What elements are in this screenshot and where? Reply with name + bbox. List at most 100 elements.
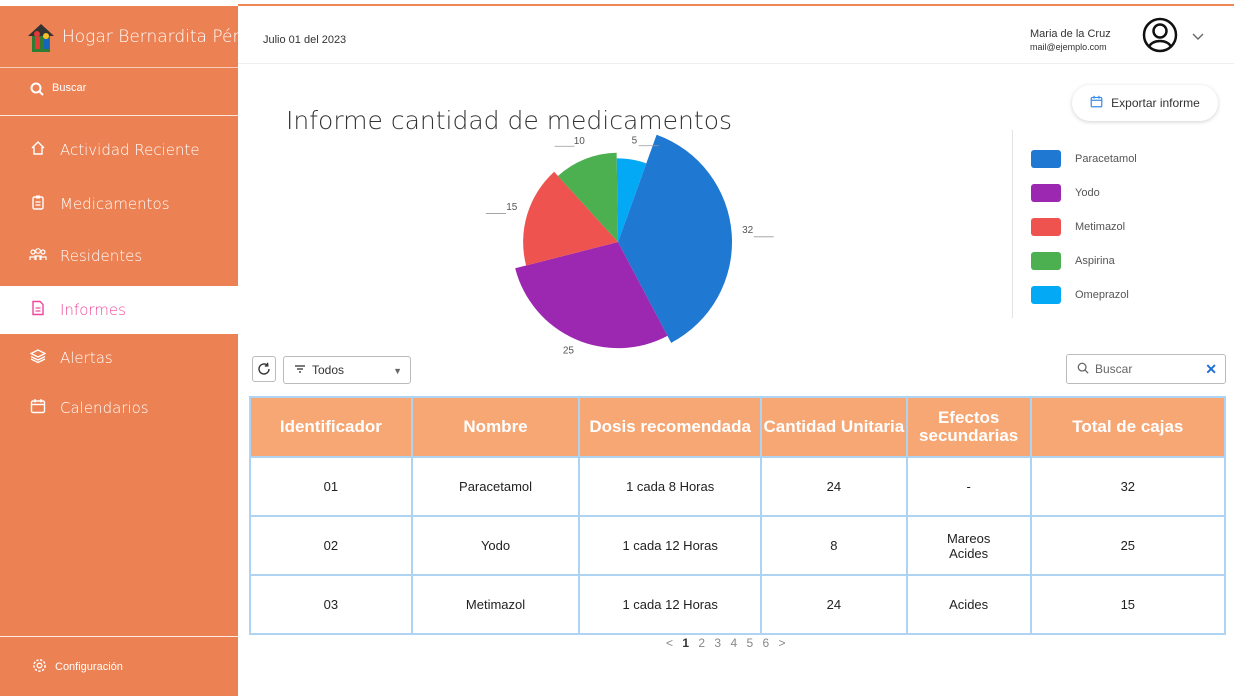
page-3-button[interactable]: 3 bbox=[714, 636, 721, 650]
sidebar-item-label: Actividad Reciente bbox=[60, 141, 200, 159]
pie-value-label: 25 bbox=[563, 346, 575, 357]
table-cell: - bbox=[905, 456, 1032, 517]
legend-item-aspirina: Aspirina bbox=[1031, 244, 1137, 278]
brand[interactable]: Hogar Bernardita Pérez bbox=[0, 6, 258, 68]
search-icon bbox=[30, 82, 44, 99]
table-cell: Mareos Acides bbox=[905, 515, 1032, 576]
table-cell: 1 cada 8 Horas bbox=[578, 456, 763, 517]
calendar-icon bbox=[1090, 95, 1103, 111]
legend-label: Paracetamol bbox=[1075, 153, 1137, 165]
search-icon bbox=[1077, 362, 1089, 377]
legend-item-paracetamol: Paracetamol bbox=[1031, 142, 1137, 176]
people-icon bbox=[28, 247, 48, 265]
page-title: Informe cantidad de medicamentos bbox=[286, 106, 733, 135]
table-search-input[interactable]: Buscar ✕ bbox=[1066, 354, 1226, 384]
sidebar-item-calendarios[interactable]: Calendarios bbox=[0, 384, 238, 432]
refresh-button[interactable] bbox=[252, 356, 276, 382]
table-cell: Metimazol bbox=[410, 574, 581, 635]
table-cell: 1 cada 12 Horas bbox=[578, 515, 763, 576]
sidebar-item-label: Alertas bbox=[60, 349, 113, 367]
sidebar-divider bbox=[0, 636, 238, 637]
sidebar-item-actividad-reciente[interactable]: Actividad Reciente bbox=[0, 126, 238, 174]
sidebar-item-medicamentos[interactable]: Medicamentos bbox=[0, 180, 238, 228]
prev-page-button[interactable]: < bbox=[666, 636, 673, 650]
pagination: < 1 2 3 4 5 6 > bbox=[666, 636, 792, 650]
sidebar-item-informes[interactable]: Informes bbox=[0, 286, 238, 334]
sidebar-item-label: Calendarios bbox=[60, 399, 149, 417]
sidebar-item-label: Residentes bbox=[60, 247, 143, 265]
column-header[interactable]: Cantidad Unitaria bbox=[760, 396, 908, 458]
page-4-button[interactable]: 4 bbox=[730, 636, 737, 650]
filter-value: Todos bbox=[312, 363, 345, 377]
current-date: Julio 01 del 2023 bbox=[263, 34, 347, 46]
legend-item-metimazol: Metimazol bbox=[1031, 210, 1137, 244]
page-2-button[interactable]: 2 bbox=[698, 636, 705, 650]
pie-value-label: 10 bbox=[574, 136, 586, 147]
page-1-button[interactable]: 1 bbox=[682, 636, 689, 650]
table-header-row: Identificador Nombre Dosis recomendada C… bbox=[249, 396, 1227, 458]
close-icon[interactable]: ✕ bbox=[1205, 361, 1217, 378]
config-label: Configuración bbox=[55, 661, 123, 673]
medication-pie-chart: 32 25 15 10 5 bbox=[485, 134, 774, 357]
pie-value-label: 5 bbox=[632, 136, 638, 147]
sidebar-search-label: Buscar bbox=[52, 82, 87, 94]
table-cell: Yodo bbox=[410, 515, 581, 576]
export-report-label: Exportar informe bbox=[1111, 96, 1200, 110]
filter-icon bbox=[294, 363, 306, 377]
column-header[interactable]: Total de cajas bbox=[1029, 396, 1227, 458]
legend-label: Aspirina bbox=[1075, 255, 1115, 267]
table-cell: 01 bbox=[249, 456, 413, 517]
table-row[interactable]: 01 Paracetamol 1 cada 8 Horas 24 - 32 bbox=[249, 456, 1227, 517]
search-placeholder: Buscar bbox=[1095, 362, 1133, 376]
user-name: Maria de la Cruz bbox=[1030, 28, 1111, 40]
page-5-button[interactable]: 5 bbox=[746, 636, 753, 650]
table-cell: 25 bbox=[1029, 515, 1227, 576]
gear-icon bbox=[32, 658, 47, 676]
user-info[interactable]: Maria de la Cruz mail@ejemplo.com bbox=[1030, 28, 1111, 52]
table-cell: 24 bbox=[760, 574, 908, 635]
pie-value-label: 32 bbox=[742, 225, 754, 236]
table-cell: 02 bbox=[249, 515, 413, 576]
document-icon bbox=[28, 300, 48, 320]
export-report-button[interactable]: Exportar informe bbox=[1072, 85, 1218, 121]
table-cell: Paracetamol bbox=[410, 456, 581, 517]
legend-swatch bbox=[1031, 218, 1061, 236]
family-logo-icon bbox=[24, 20, 58, 54]
table-row[interactable]: 03 Metimazol 1 cada 12 Horas 24 Acides 1… bbox=[249, 574, 1227, 635]
legend-item-omeprazol: Omeprazol bbox=[1031, 278, 1137, 312]
sidebar-item-residentes[interactable]: Residentes bbox=[0, 232, 238, 280]
sidebar-item-label: Medicamentos bbox=[60, 195, 170, 213]
column-header[interactable]: Dosis recomendada bbox=[578, 396, 763, 458]
home-icon bbox=[28, 140, 48, 160]
column-header[interactable]: Identificador bbox=[249, 396, 413, 458]
column-header[interactable]: Nombre bbox=[410, 396, 581, 458]
next-page-button[interactable]: > bbox=[779, 636, 786, 650]
sidebar-item-label: Informes bbox=[60, 301, 126, 319]
legend-swatch bbox=[1031, 184, 1061, 202]
column-header[interactable]: Efectos secundarias bbox=[905, 396, 1032, 458]
page-6-button[interactable]: 6 bbox=[763, 636, 770, 650]
refresh-icon bbox=[258, 362, 270, 375]
caret-down-icon: ▼ bbox=[393, 366, 402, 376]
filter-select[interactable]: Todos ▼ bbox=[283, 356, 411, 384]
avatar[interactable] bbox=[1140, 16, 1182, 58]
app-title: Hogar Bernardita Pérez bbox=[62, 26, 259, 47]
legend-item-yodo: Yodo bbox=[1031, 176, 1137, 210]
medications-table: Identificador Nombre Dosis recomendada C… bbox=[249, 396, 1227, 635]
table-cell: 32 bbox=[1029, 456, 1227, 517]
table-cell: 03 bbox=[249, 574, 413, 635]
config-link[interactable]: Configuración bbox=[32, 658, 123, 676]
layers-icon bbox=[28, 348, 48, 368]
top-header: Julio 01 del 2023 Maria de la Cruz mail@… bbox=[238, 6, 1234, 64]
calendar-icon bbox=[28, 398, 48, 418]
legend-swatch bbox=[1031, 252, 1061, 270]
legend-label: Metimazol bbox=[1075, 221, 1126, 233]
table-row[interactable]: 02 Yodo 1 cada 12 Horas 8 Mareos Acides … bbox=[249, 515, 1227, 576]
sidebar-item-alertas[interactable]: Alertas bbox=[0, 334, 238, 382]
legend-label: Yodo bbox=[1075, 187, 1100, 199]
sidebar-search[interactable]: Buscar bbox=[0, 68, 238, 116]
pie-value-label: 15 bbox=[506, 202, 518, 213]
chevron-down-icon[interactable] bbox=[1192, 28, 1204, 44]
table-cell: 15 bbox=[1029, 574, 1227, 635]
sidebar: Hogar Bernardita Pérez Buscar Actividad … bbox=[0, 6, 258, 696]
